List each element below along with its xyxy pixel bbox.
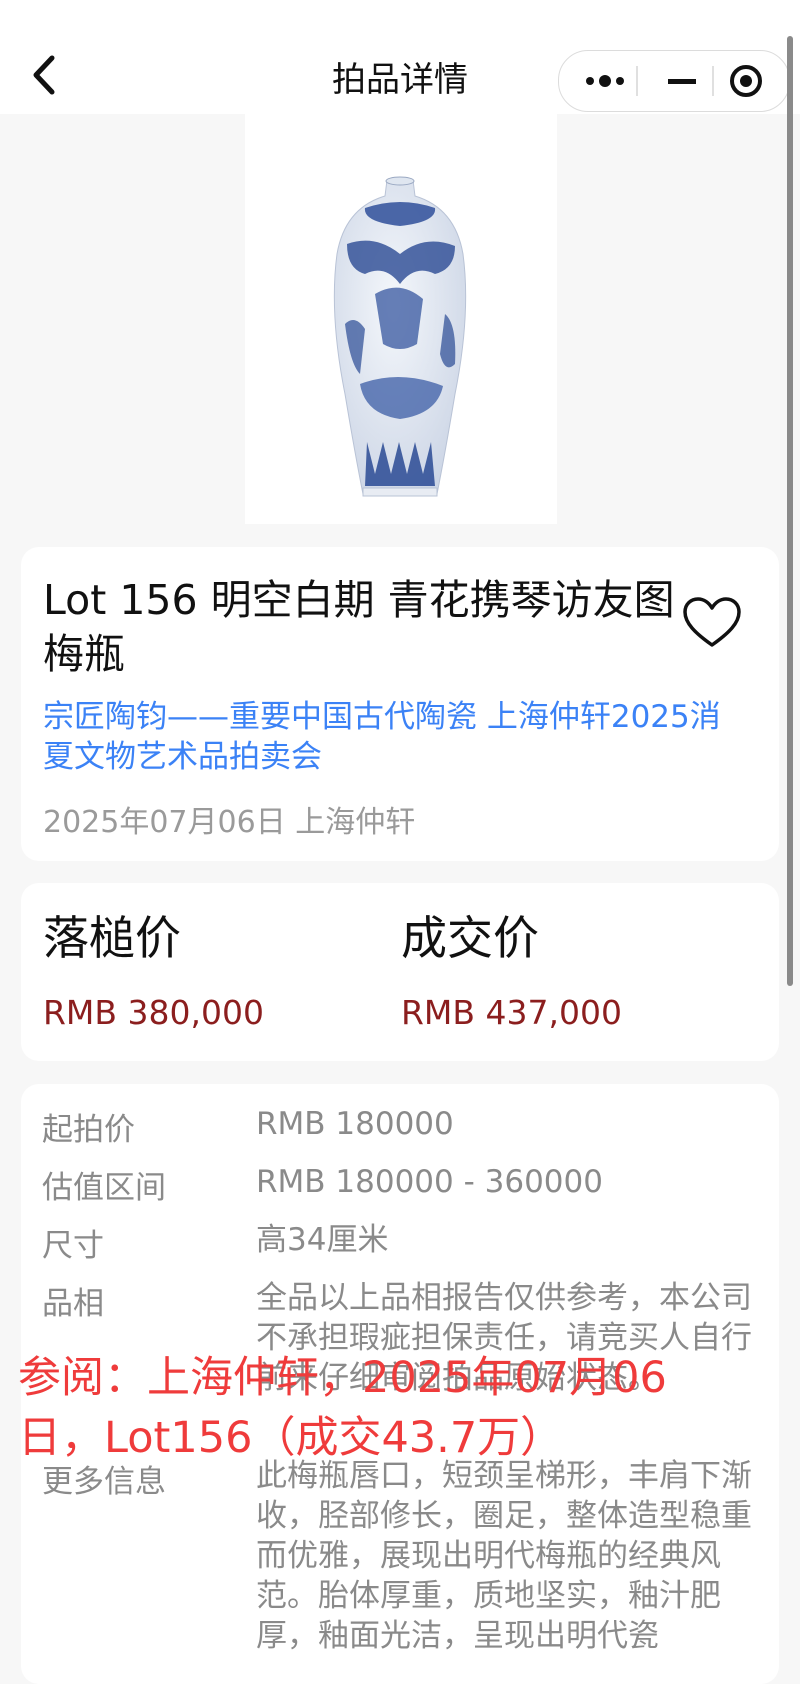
final-price-block: 成交价 RMB 437,000 [401, 905, 622, 1032]
navigation-bar: 拍品详情 [0, 0, 800, 114]
detail-value: RMB 180000 [256, 1106, 454, 1142]
hammer-price-value: RMB 380,000 [43, 993, 264, 1032]
final-price-value: RMB 437,000 [401, 993, 622, 1032]
minimize-icon[interactable] [659, 65, 709, 97]
detail-key: 估值区间 [42, 1170, 166, 1206]
scrollbar[interactable] [787, 36, 793, 986]
capsule-divider [712, 66, 714, 96]
detail-key: 尺寸 [42, 1228, 104, 1264]
detail-value: RMB 180000 - 360000 [256, 1164, 603, 1200]
vase-image [333, 176, 467, 497]
mini-program-capsule [558, 50, 790, 112]
lot-title: Lot 156 明空白期 青花携琴访友图梅瓶 [43, 576, 675, 678]
hammer-price-block: 落槌价 RMB 380,000 [43, 905, 264, 1032]
detail-value: 此梅瓶唇口，短颈呈梯形，丰肩下渐收，胫部修长，圈足，整体造型稳重而优雅，展现出明… [256, 1458, 752, 1654]
lot-info-card: Lot 156 明空白期 青花携琴访友图梅瓶 宗匠陶钧——重要中国古代陶瓷 上海… [21, 547, 779, 861]
reference-watermark: 参阅：上海仲轩，2025年07月06日，Lot156（成交43.7万） [18, 1353, 667, 1463]
favorite-heart-icon[interactable] [681, 595, 743, 651]
hammer-price-label: 落槌价 [43, 911, 181, 965]
detail-key: 起拍价 [42, 1112, 135, 1148]
close-miniprogram-icon[interactable] [724, 63, 772, 99]
more-options-icon[interactable] [581, 65, 631, 97]
detail-value: 高34厘米 [256, 1222, 389, 1258]
auction-date-house: 2025年07月06日 上海仲轩 [43, 805, 416, 840]
detail-key: 品相 [42, 1286, 104, 1322]
image-carousel[interactable] [232, 114, 557, 615]
final-price-label: 成交价 [401, 911, 539, 965]
price-card: 落槌价 RMB 380,000 成交价 RMB 437,000 [21, 883, 779, 1061]
capsule-divider [636, 66, 638, 96]
auction-session-link[interactable]: 宗匠陶钧——重要中国古代陶瓷 上海仲轩2025消夏文物艺术品拍卖会 [43, 697, 743, 777]
